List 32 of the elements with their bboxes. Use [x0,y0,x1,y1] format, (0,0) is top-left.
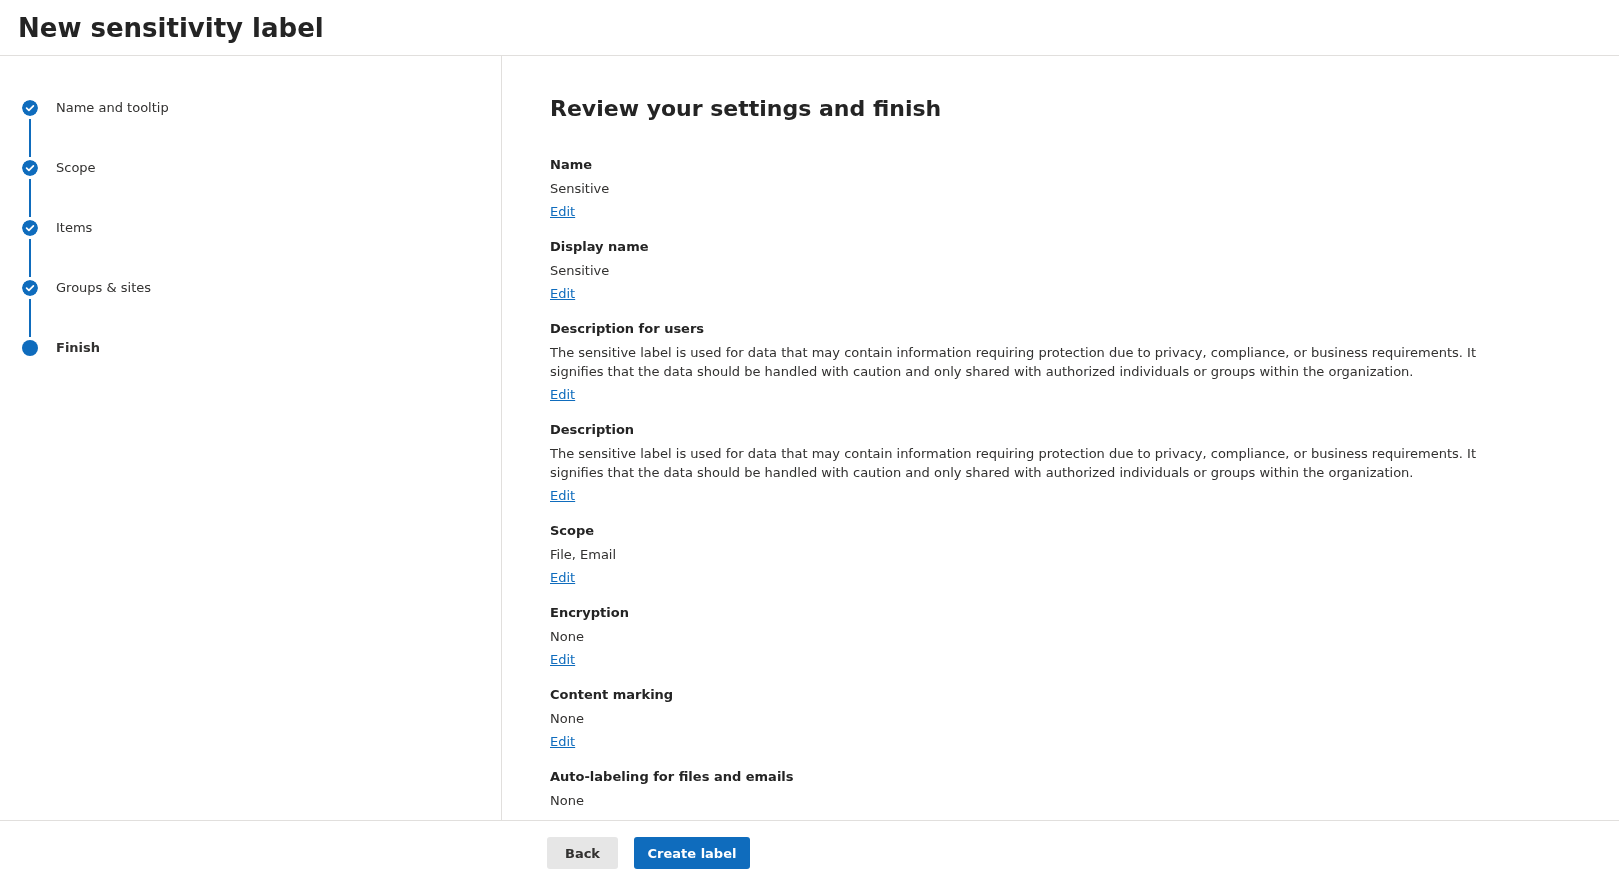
step-label[interactable]: Groups & sites [56,280,151,340]
step-label[interactable]: Items [56,220,93,280]
field-label: Auto-labeling for files and emails [550,768,795,786]
edit-link[interactable]: Edit [550,202,576,222]
section-heading: Review your settings and finish [550,96,943,121]
field-label: Content marking [550,686,675,704]
field-label: Display name [550,238,650,256]
field-value: Sensitive [550,180,611,198]
create-button[interactable]: Create label [634,837,750,869]
field-value: The sensitive label is used for data that may contain information requiring protection due to privacy, compliance, or business requirements. It signifies that the data should be handled with caution and only shared with authorized individuals or groups within the organization. [550,344,1477,381]
field-value: None [550,792,585,810]
edit-link[interactable]: Edit [550,732,576,752]
field-value: The sensitive label is used for data that may contain information requiring protection due to privacy, compliance, or business requirements. It signifies that the data should be handled with caution and only shared with authorized individuals or groups within the organization. [550,445,1477,482]
step-label[interactable]: Finish [56,340,101,400]
field-value: None [550,628,585,646]
page-title: New sensitivity label [18,12,324,43]
field-value: None [550,710,585,728]
field-label: Encryption [550,604,630,622]
edit-link[interactable]: Edit [550,568,576,588]
edit-link[interactable]: Edit [550,385,576,405]
edit-link[interactable]: Edit [550,486,576,506]
edit-link[interactable]: Edit [550,284,576,304]
field-label: Description [550,421,636,439]
step-label[interactable]: Name and tooltip [56,100,169,160]
field-label: Description for users [550,320,706,338]
field-value: Sensitive [550,262,611,280]
step-label[interactable]: Scope [56,160,96,220]
edit-link[interactable]: Edit [550,650,576,670]
back-button[interactable]: Back [547,837,618,869]
field-value: File, Email [550,546,618,564]
field-label: Scope [550,522,596,540]
field-label: Name [550,156,593,174]
